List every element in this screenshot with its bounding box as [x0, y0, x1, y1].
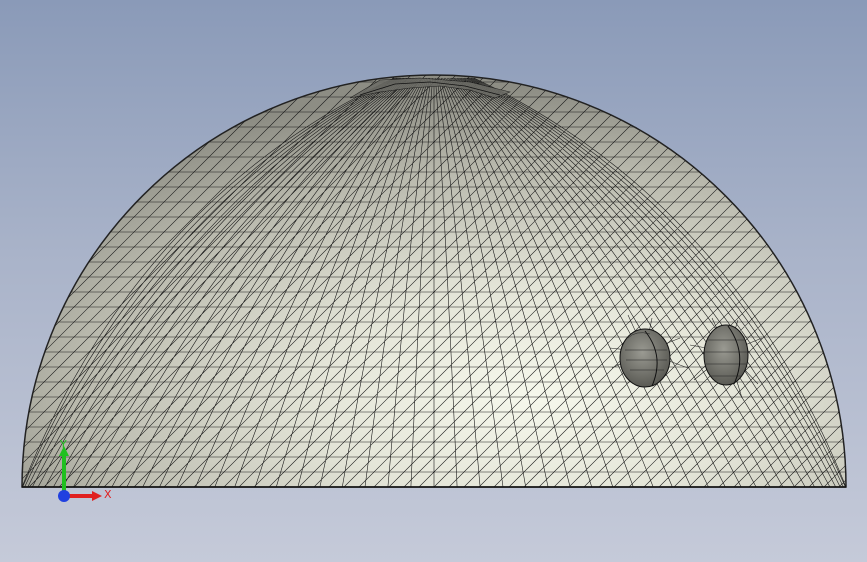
- x-axis-label: X: [104, 488, 112, 501]
- x-axis-arrow: [92, 491, 102, 501]
- z-axis-dot: [58, 490, 70, 502]
- 3d-viewport[interactable]: Y X: [0, 0, 867, 562]
- y-axis-label: Y: [59, 440, 67, 451]
- axis-triad: Y X: [58, 440, 112, 502]
- mesh-model-view[interactable]: [0, 0, 867, 562]
